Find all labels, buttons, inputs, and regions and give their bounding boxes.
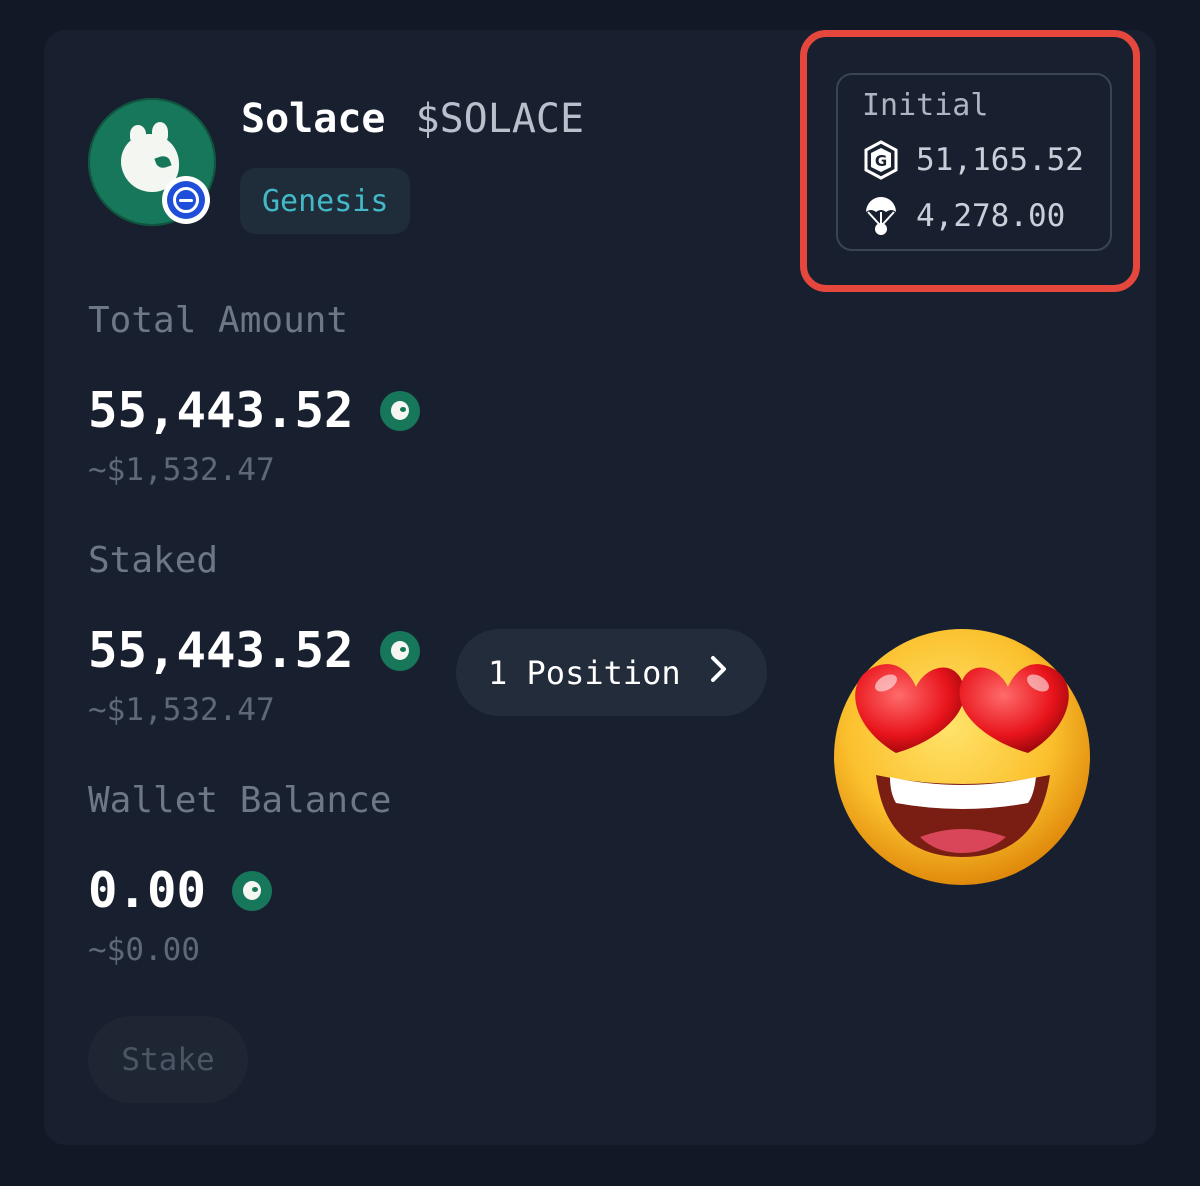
staked-value: 55,443.52 <box>88 622 354 679</box>
chain-badge-icon <box>162 176 210 224</box>
staked-label: Staked <box>88 540 219 581</box>
chevron-right-icon <box>709 654 729 692</box>
total-amount-label: Total Amount <box>88 300 349 341</box>
solace-coin-icon <box>379 390 420 431</box>
staked-row: 55,443.52 <box>88 622 420 679</box>
token-avatar <box>88 98 218 228</box>
total-amount-row: 55,443.52 <box>88 382 420 439</box>
highlight-annotation <box>800 30 1140 292</box>
wallet-balance-row: 0.00 <box>88 862 273 919</box>
token-name: Solace <box>241 96 386 142</box>
genesis-tag: Genesis <box>240 168 411 234</box>
total-amount-value: 55,443.52 <box>88 382 354 439</box>
total-amount-usd: ~$1,532.47 <box>88 452 275 488</box>
wallet-balance-value: 0.00 <box>88 862 207 919</box>
staked-usd: ~$1,532.47 <box>88 692 275 728</box>
heart-eyes-emoji-icon <box>828 625 1096 887</box>
wallet-balance-label: Wallet Balance <box>88 780 392 821</box>
token-title: Solace $SOLACE <box>241 96 584 142</box>
stake-button[interactable]: Stake <box>88 1016 248 1103</box>
token-ticker: $SOLACE <box>415 96 585 142</box>
solace-coin-icon <box>232 870 273 911</box>
solace-coin-icon <box>379 630 420 671</box>
positions-button[interactable]: 1 Position <box>456 629 767 716</box>
wallet-balance-usd: ~$0.00 <box>88 932 200 968</box>
positions-label: 1 Position <box>488 653 681 692</box>
